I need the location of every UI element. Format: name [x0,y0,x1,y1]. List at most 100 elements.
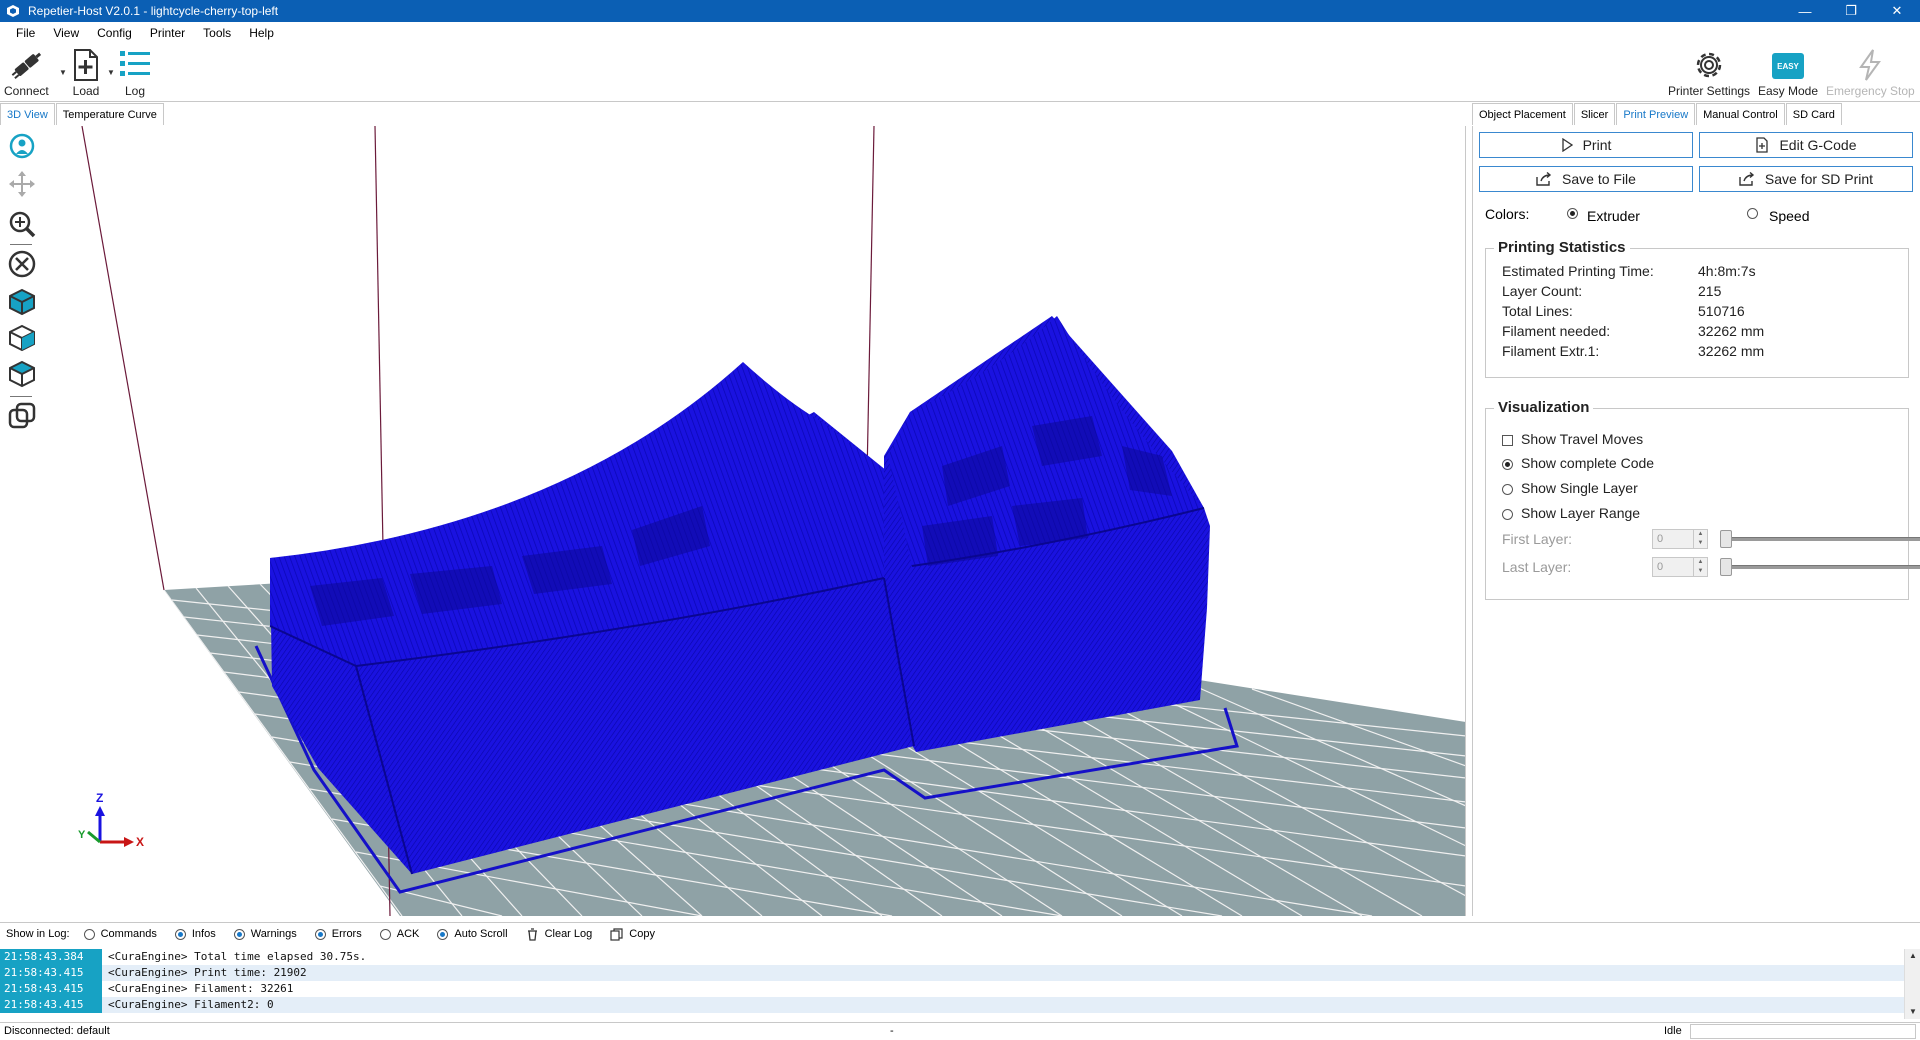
trash-icon [527,927,537,941]
show-single-radio[interactable] [1502,483,1513,495]
easy-mode-icon: EASY [1772,53,1805,79]
minimize-button[interactable]: — [1782,0,1828,22]
save-to-file-button[interactable]: Save to File [1479,166,1693,192]
warnings-toggle[interactable] [233,928,245,940]
errors-toggle[interactable] [314,928,326,940]
menu-config[interactable]: Config [88,22,141,44]
copy-log-button[interactable]: Copy [610,927,655,941]
log-time: 21:58:43.415 [0,997,102,1013]
commands-toggle[interactable] [83,928,95,940]
tab-3d-view[interactable]: 3D View [0,103,55,125]
menu-help[interactable]: Help [240,22,283,44]
fit-view-button[interactable] [6,248,38,280]
show-complete-row[interactable]: Show complete Code [1502,455,1654,471]
extruder-radio[interactable] [1567,208,1578,219]
show-range-radio[interactable] [1502,508,1513,520]
axis-y-label: Y [78,829,86,841]
infos-toggle[interactable] [174,928,186,940]
3d-viewport[interactable]: Z Y X [42,126,1466,916]
edit-file-icon [1756,137,1769,153]
clear-log-button[interactable]: Clear Log [526,927,593,941]
stat-label: Filament Extr.1: [1502,343,1600,359]
log-lines[interactable]: 21:58:43.384 <CuraEngine> Total time elap… [0,949,1904,1019]
connect-button[interactable]: Connect [4,48,49,100]
log-filter-infos[interactable]: Infos [174,928,216,940]
printing-statistics-group: Printing Statistics Estimated Printing T… [1485,239,1909,378]
print-button[interactable]: Print [1479,132,1693,158]
top-view-button[interactable] [6,358,38,390]
spinner-arrows-icon[interactable]: ▲ ▼ [1693,558,1707,576]
auto-scroll-toggle[interactable] [437,928,449,940]
menu-view[interactable]: View [44,22,88,44]
front-view-button[interactable] [6,322,38,354]
first-layer-spinner[interactable]: 0 ▲ ▼ [1652,529,1708,549]
save-for-sd-button[interactable]: Save for SD Print [1699,166,1913,192]
tool-separator [10,244,32,245]
tab-temperature-curve[interactable]: Temperature Curve [55,103,164,125]
easy-mode-button[interactable]: EASY Easy Mode [1758,48,1818,100]
menu-printer[interactable]: Printer [141,22,194,44]
printer-settings-button[interactable]: Printer Settings [1668,48,1750,100]
tab-sd-card[interactable]: SD Card [1785,103,1842,125]
title-bar: Repetier-Host V2.0.1 - lightcycle-cherry… [0,0,1920,22]
clear-log-label: Clear Log [544,928,593,940]
rotate-view-button[interactable] [6,130,38,162]
stat-total-lines: Total Lines: 510716 [1502,303,1745,319]
show-range-row[interactable]: Show Layer Range [1502,505,1640,521]
tab-print-preview[interactable]: Print Preview [1616,103,1696,125]
ack-toggle[interactable] [379,928,391,940]
iso-view-button[interactable] [6,286,38,318]
log-button[interactable]: Log [118,48,152,100]
zoom-view-button[interactable] [6,208,38,240]
speed-radio[interactable] [1747,208,1758,219]
axis-x-label: X [136,835,144,849]
multi-view-button[interactable] [6,400,38,432]
log-filter-ack[interactable]: ACK [379,928,420,940]
tab-slicer[interactable]: Slicer [1573,103,1616,125]
last-layer-row: Last Layer: 0 ▲ ▼ [1502,557,1920,577]
last-layer-slider-track [1722,565,1920,569]
main-toolbar: Connect ▼ Load ▼ Log Printer Settings EA… [0,44,1920,102]
log-time: 21:58:43.415 [0,981,102,997]
tab-manual-control[interactable]: Manual Control [1696,103,1785,125]
connect-dropdown-icon[interactable]: ▼ [59,68,67,77]
log-filter-warnings[interactable]: Warnings [233,928,297,940]
move-view-button[interactable] [6,168,38,200]
show-single-row[interactable]: Show Single Layer [1502,480,1638,496]
scroll-up-icon[interactable]: ▲ [1905,949,1920,963]
log-message: <CuraEngine> Print time: 21902 [108,966,307,979]
menu-file[interactable]: File [0,22,44,44]
play-icon [1561,138,1573,152]
stat-label: Total Lines: [1502,303,1573,319]
first-layer-row: First Layer: 0 ▲ ▼ [1502,529,1920,549]
show-travel-checkbox[interactable] [1502,434,1513,446]
last-layer-label: Last Layer: [1502,559,1572,575]
cube-front-icon [9,324,35,352]
spinner-arrows-icon[interactable]: ▲ ▼ [1693,530,1707,548]
log-scrollbar[interactable]: ▲ ▼ [1904,949,1920,1019]
commands-label: Commands [100,928,157,940]
log-list-icon [120,51,150,76]
ack-label: ACK [396,928,420,940]
log-filter-commands[interactable]: Commands [83,928,157,940]
show-complete-radio[interactable] [1502,458,1513,470]
last-layer-slider-thumb[interactable] [1720,558,1732,576]
stat-label: Layer Count: [1502,283,1583,299]
menu-tools[interactable]: Tools [194,22,240,44]
emergency-stop-button[interactable]: Emergency Stop [1826,48,1915,100]
window-title: Repetier-Host V2.0.1 - lightcycle-cherry… [28,4,279,18]
load-dropdown-icon[interactable]: ▼ [107,68,115,77]
log-time: 21:58:43.384 [0,949,102,965]
tab-object-placement[interactable]: Object Placement [1472,103,1573,125]
first-layer-slider-thumb[interactable] [1720,530,1732,548]
maximize-button[interactable]: ❐ [1828,0,1874,22]
edit-gcode-button[interactable]: Edit G-Code [1699,132,1913,158]
log-auto-scroll[interactable]: Auto Scroll [437,928,508,940]
scroll-down-icon[interactable]: ▼ [1905,1005,1920,1019]
close-button[interactable]: ✕ [1874,0,1920,22]
last-layer-spinner[interactable]: 0 ▲ ▼ [1652,557,1708,577]
stat-layer-count: Layer Count: 215 [1502,283,1721,299]
log-filter-errors[interactable]: Errors [314,928,362,940]
load-button[interactable]: Load [70,48,102,100]
show-travel-row[interactable]: Show Travel Moves [1502,431,1643,447]
